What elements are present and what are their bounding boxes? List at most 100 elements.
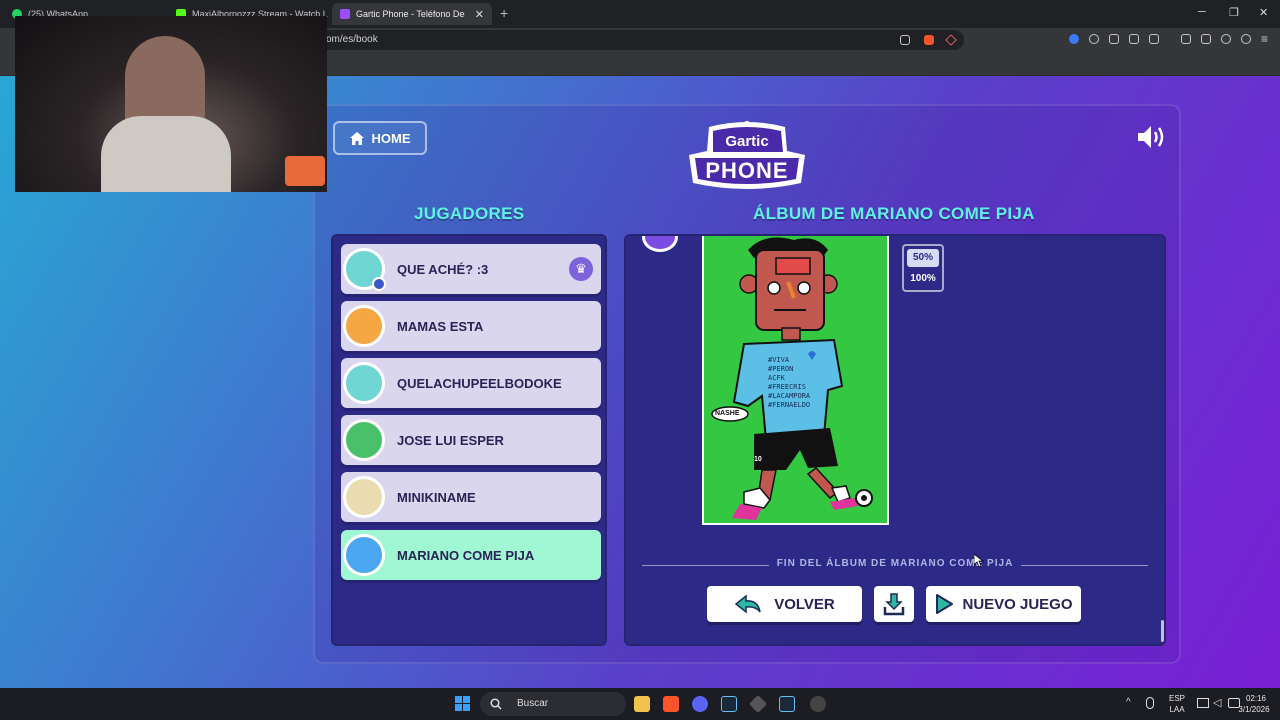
player-name: MAMAS ESTA [397, 318, 484, 334]
player-item: QUE ACHÉ? :3 ♛ [341, 244, 601, 294]
mouse-cursor-icon [974, 554, 984, 568]
home-label: HOME [371, 130, 411, 146]
extension-icon[interactable] [1069, 34, 1079, 44]
streamer-shirt [101, 116, 231, 192]
brave-shield-icon[interactable] [924, 35, 934, 45]
album-panel: #VIVA #PERON ACFK #FREECRIS #LACAMPORA #… [624, 234, 1166, 646]
album-heading: ÁLBUM DE MARIANO COME PIJA [753, 204, 1035, 223]
player-name: JOSE LUI ESPER [397, 432, 504, 448]
taskbar-search[interactable]: Buscar [480, 692, 626, 716]
home-icon [349, 131, 364, 145]
shirt-text: #VIVA #PERON ACFK #FREECRIS #LACAMPORA #… [768, 356, 828, 410]
microphone-icon[interactable] [1146, 697, 1154, 709]
url-field[interactable]: om/es/book [318, 30, 964, 50]
player-item-active: MARIANO COME PIJA [341, 530, 601, 580]
windows-taskbar: Buscar ^ ESP LAA ◁ 02:16 3/1/2026 [0, 688, 1280, 720]
volver-button[interactable]: VOLVER [707, 586, 862, 622]
sign-text: NASHE [715, 410, 740, 417]
logo-top-text: Gartic [725, 133, 769, 150]
robot-avatar-icon [343, 362, 385, 404]
shirt-line: #LACAMPORA [768, 392, 811, 400]
player-item: MINIKINAME [341, 472, 601, 522]
players-heading: JUGADORES [414, 204, 525, 223]
clock-date[interactable]: 3/1/2026 [1230, 705, 1278, 714]
puzzle-icon[interactable] [1129, 34, 1139, 44]
player-name: QUELACHUPEELBODOKE [397, 375, 562, 391]
menu-icon[interactable]: ≡ [1261, 32, 1268, 46]
brave-icon[interactable] [663, 696, 679, 712]
user-badge-icon [372, 277, 386, 291]
burger-avatar-icon [343, 305, 385, 347]
zoom-50-option[interactable]: 50% [907, 249, 939, 267]
nuevo-juego-button[interactable]: NUEVO JUEGO [926, 586, 1081, 622]
gartic-icon [340, 9, 350, 19]
shirt-line: #FERNAELDO [768, 401, 811, 409]
wallet-icon[interactable] [1149, 34, 1159, 44]
robot-avatar-icon [343, 248, 386, 291]
shirt-line: #VIVA [768, 356, 790, 364]
player-name: MARIANO COME PIJA [397, 547, 535, 563]
search-icon [490, 698, 502, 710]
share-icon[interactable] [900, 35, 910, 45]
shirt-line: #PERON [768, 365, 794, 373]
zoom-selector: 50% 100% [902, 244, 944, 292]
sidebar-icon[interactable] [1181, 34, 1191, 44]
search-placeholder: Buscar [517, 698, 549, 709]
app-icon[interactable] [748, 694, 768, 714]
language-indicator[interactable]: ESP [1166, 694, 1188, 703]
album-end-wrap: FIN DEL ÁLBUM DE MARIANO COME PIJA [642, 558, 1148, 569]
file-explorer-icon[interactable] [634, 696, 650, 712]
player-name: QUE ACHÉ? :3 [397, 261, 489, 277]
layout-indicator[interactable]: LAA [1166, 705, 1188, 714]
gartic-phone-logo: Gartic PHONE [687, 121, 807, 193]
steam-icon[interactable] [721, 696, 737, 712]
new-tab-button[interactable]: + [500, 5, 508, 21]
close-tab-icon[interactable]: ✕ [475, 8, 484, 21]
windows-start-icon[interactable] [455, 696, 470, 711]
jersey-number: 10 [754, 456, 762, 463]
player-item: MAMAS ESTA [341, 301, 601, 351]
shirt-line: #FREECRIS [768, 383, 806, 391]
rewards-icon[interactable] [945, 34, 957, 46]
player-name: MINIKINAME [397, 489, 476, 505]
back-arrow-icon [735, 594, 761, 614]
mummy-avatar-icon [343, 476, 385, 518]
zoom-100-option[interactable]: 100% [907, 270, 939, 288]
vpn-icon[interactable] [1089, 34, 1099, 44]
frog-avatar-icon [343, 419, 385, 461]
album-scrollbar[interactable] [1161, 620, 1164, 642]
shirt-line: ACFK [768, 374, 785, 382]
crown-icon: ♛ [569, 257, 593, 281]
blue-creature-avatar-icon [343, 534, 385, 576]
discord-icon[interactable] [692, 696, 708, 712]
sound-icon[interactable] [1136, 124, 1168, 150]
tab-gartic[interactable]: Gartic Phone - Teléfono Descom ✕ [332, 3, 492, 25]
network-icon[interactable] [1197, 698, 1209, 708]
tab-title: Gartic Phone - Teléfono Descom [356, 9, 465, 19]
vpn-shield-icon[interactable] [1241, 34, 1251, 44]
players-panel: QUE ACHÉ? :3 ♛ MAMAS ESTA QUELACHUPEELBO… [331, 234, 607, 646]
nuevo-juego-label: NUEVO JUEGO [962, 595, 1073, 613]
download-button[interactable] [874, 586, 914, 622]
play-icon [936, 594, 954, 614]
obs-icon[interactable] [810, 696, 826, 712]
desk-object [285, 156, 325, 186]
leo-icon[interactable] [1221, 34, 1231, 44]
url-text: om/es/book [326, 34, 378, 45]
album-drawing: #VIVA #PERON ACFK #FREECRIS #LACAMPORA #… [702, 236, 889, 525]
volume-icon[interactable]: ◁ [1213, 696, 1221, 709]
player-item: JOSE LUI ESPER [341, 415, 601, 465]
maximize-button[interactable]: ❐ [1229, 6, 1239, 19]
shield-icon[interactable] [1109, 34, 1119, 44]
reading-icon[interactable] [1201, 34, 1211, 44]
album-end-divider: FIN DEL ÁLBUM DE MARIANO COME PIJA [642, 558, 1148, 572]
previous-avatar [642, 236, 678, 252]
player-item: QUELACHUPEELBODOKE [341, 358, 601, 408]
volver-label: VOLVER [774, 595, 835, 613]
minimize-button[interactable]: ─ [1198, 6, 1206, 18]
clock-time[interactable]: 02:16 [1236, 694, 1276, 703]
steam-icon-2[interactable] [779, 696, 795, 712]
tray-chevron-icon[interactable]: ^ [1126, 697, 1131, 708]
close-window-button[interactable]: ✕ [1259, 6, 1268, 19]
home-button[interactable]: HOME [333, 121, 427, 155]
